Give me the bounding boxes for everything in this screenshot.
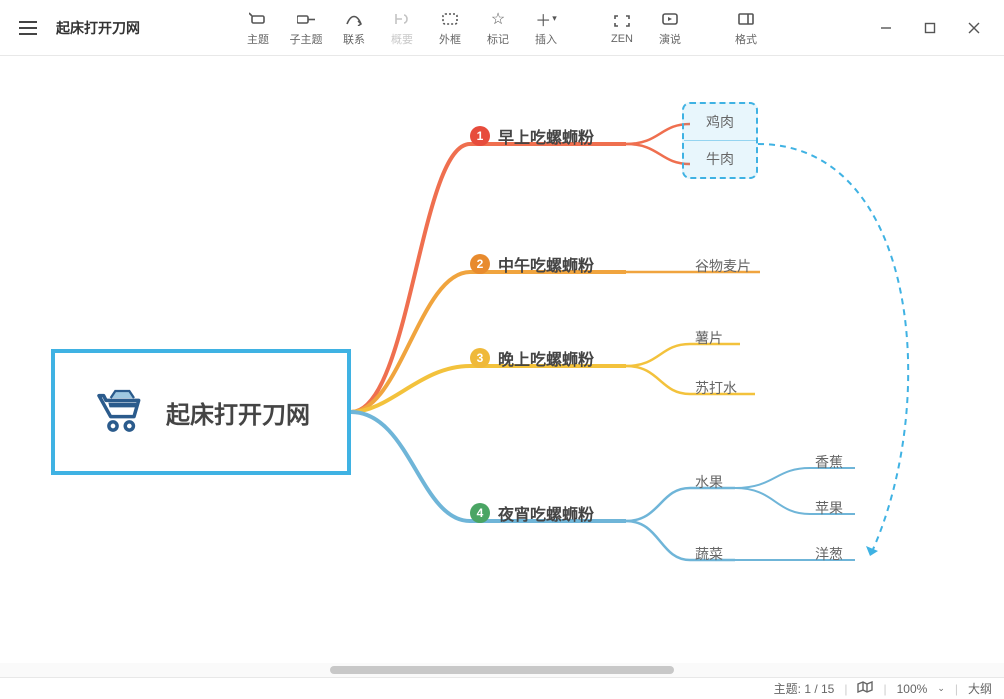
branch-1[interactable]: 1 早上吃螺蛳粉 <box>470 124 594 148</box>
leaf-chicken[interactable]: 鸡肉 <box>684 104 756 140</box>
horizontal-scrollbar[interactable] <box>0 663 1004 677</box>
tool-boundary[interactable]: 外框 <box>426 5 474 51</box>
window-minimize[interactable] <box>864 8 908 48</box>
leaf-cereal[interactable]: 谷物麦片 <box>695 256 751 276</box>
leaf-banana[interactable]: 香蕉 <box>815 452 843 472</box>
marker-1-icon: 1 <box>470 126 490 146</box>
topic-count-label: 主题: 1 / 15 <box>774 680 835 697</box>
hamburger-menu[interactable] <box>8 8 48 48</box>
statusbar: 主题: 1 / 15 | | 100% ⌄ | 大纲 <box>0 677 1004 699</box>
toolbar: 起床打开刀网 主题 子主题 联系 概要 外框 ☆ 标记 ＋▾ 插入 <box>0 0 1004 56</box>
window-close[interactable] <box>952 8 996 48</box>
zoom-chevron-icon[interactable]: ⌄ <box>937 683 945 694</box>
present-icon <box>661 9 679 29</box>
map-icon[interactable] <box>857 681 873 696</box>
leaf-onion[interactable]: 洋葱 <box>815 544 843 564</box>
window-maximize[interactable] <box>908 8 952 48</box>
tool-subtopic[interactable]: 子主题 <box>282 5 330 51</box>
zoom-level[interactable]: 100% <box>897 682 928 696</box>
branch-3[interactable]: 3 晚上吃螺蛳粉 <box>470 346 594 370</box>
summary-icon <box>394 9 410 29</box>
tool-format[interactable]: 格式 <box>722 5 770 51</box>
relation-icon <box>345 9 363 29</box>
leaf-chips[interactable]: 薯片 <box>695 328 723 348</box>
tool-summary: 概要 <box>378 5 426 51</box>
tool-marker[interactable]: ☆ 标记 <box>474 5 522 51</box>
marker-2-icon: 2 <box>470 254 490 274</box>
tool-zen[interactable]: ZEN <box>598 5 646 51</box>
zen-icon <box>614 11 630 31</box>
branch-2[interactable]: 2 中午吃螺蛳粉 <box>470 252 594 276</box>
leaf-fruit[interactable]: 水果 <box>695 472 723 492</box>
star-icon: ☆ <box>491 9 505 29</box>
insert-icon: ＋▾ <box>535 9 557 29</box>
root-topic-text: 起床打开刀网 <box>166 395 310 430</box>
tool-insert[interactable]: ＋▾ 插入 <box>522 5 570 51</box>
cart-icon <box>92 384 148 440</box>
mindmap-canvas[interactable]: 起床打开刀网 1 早上吃螺蛳粉 鸡肉 牛肉 2 中午吃螺蛳粉 谷物麦片 3 晚上… <box>0 56 1004 677</box>
subtopic-icon <box>297 9 315 29</box>
topic-icon <box>249 9 267 29</box>
toolbar-group-edit: 主题 子主题 联系 概要 外框 ☆ 标记 ＋▾ 插入 <box>234 5 570 51</box>
selected-group[interactable]: 鸡肉 牛肉 <box>682 102 758 179</box>
outline-toggle[interactable]: 大纲 <box>968 680 992 697</box>
tool-relation[interactable]: 联系 <box>330 5 378 51</box>
document-title: 起床打开刀网 <box>56 18 140 38</box>
toolbar-group-view: ZEN 演说 <box>598 5 694 51</box>
scrollbar-thumb[interactable] <box>330 666 674 674</box>
marker-3-icon: 3 <box>470 348 490 368</box>
leaf-soda[interactable]: 苏打水 <box>695 378 737 398</box>
leaf-beef[interactable]: 牛肉 <box>684 141 756 177</box>
root-topic[interactable]: 起床打开刀网 <box>51 349 351 475</box>
tool-theme[interactable]: 主题 <box>234 5 282 51</box>
marker-4-icon: 4 <box>470 503 490 523</box>
leaf-vegetable[interactable]: 蔬菜 <box>695 544 723 564</box>
leaf-apple[interactable]: 苹果 <box>815 498 843 518</box>
tool-present[interactable]: 演说 <box>646 5 694 51</box>
branch-4[interactable]: 4 夜宵吃螺蛳粉 <box>470 501 594 525</box>
boundary-icon <box>441 9 459 29</box>
window-controls <box>864 8 996 48</box>
format-panel-icon <box>737 9 755 29</box>
